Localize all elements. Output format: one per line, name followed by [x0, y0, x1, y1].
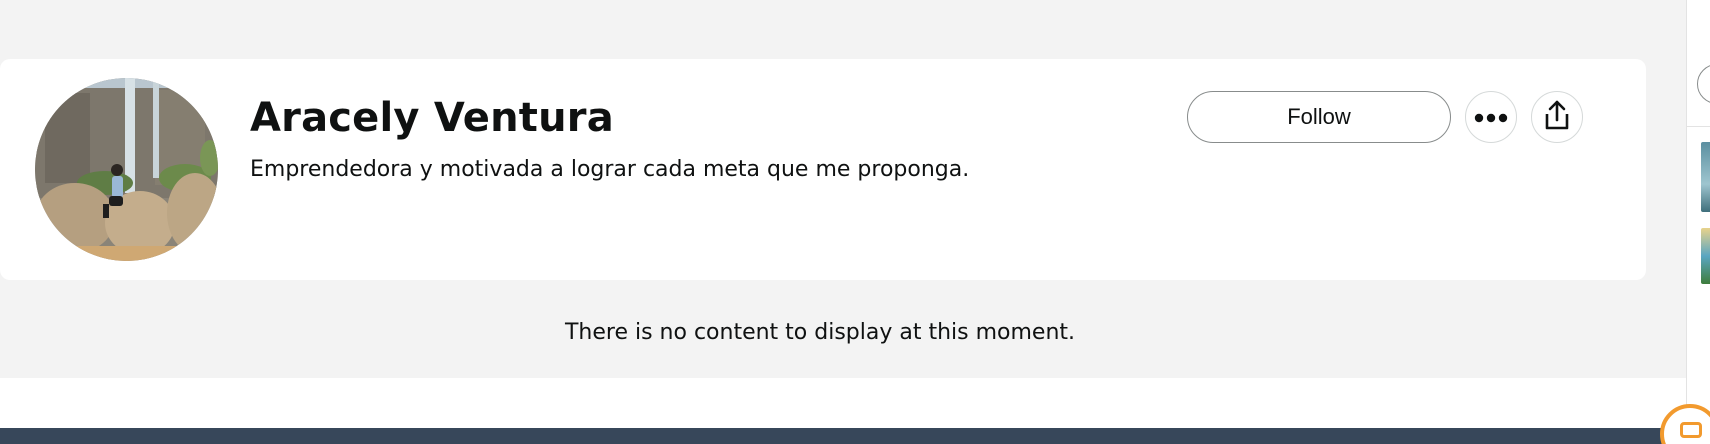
main-content: Aracely Ventura Emprendedora y motivada …: [0, 0, 1686, 428]
follow-button[interactable]: Follow: [1187, 91, 1451, 143]
profile-card: Aracely Ventura Emprendedora y motivada …: [0, 59, 1646, 280]
page: Aracely Ventura Emprendedora y motivada …: [0, 0, 1710, 444]
profile-name: Aracely Ventura: [250, 95, 614, 141]
avatar[interactable]: [35, 78, 218, 261]
footer-bar: [0, 428, 1686, 444]
share-icon: [1543, 99, 1571, 135]
right-rail: [1686, 0, 1710, 444]
more-options-button[interactable]: [1465, 91, 1517, 143]
chat-icon: [1680, 422, 1702, 438]
profile-bio: Emprendedora y motivada a lograr cada me…: [250, 157, 970, 182]
rail-divider: [1687, 126, 1710, 127]
rail-button[interactable]: [1697, 64, 1710, 104]
rail-thumbnail[interactable]: [1701, 228, 1710, 284]
share-button[interactable]: [1531, 91, 1583, 143]
empty-content-message: There is no content to display at this m…: [564, 320, 1076, 345]
content-area-bottom: [0, 378, 1686, 428]
more-dots-icon: [1473, 108, 1509, 127]
avatar-photo: [35, 78, 218, 261]
rail-thumbnail[interactable]: [1701, 142, 1710, 212]
